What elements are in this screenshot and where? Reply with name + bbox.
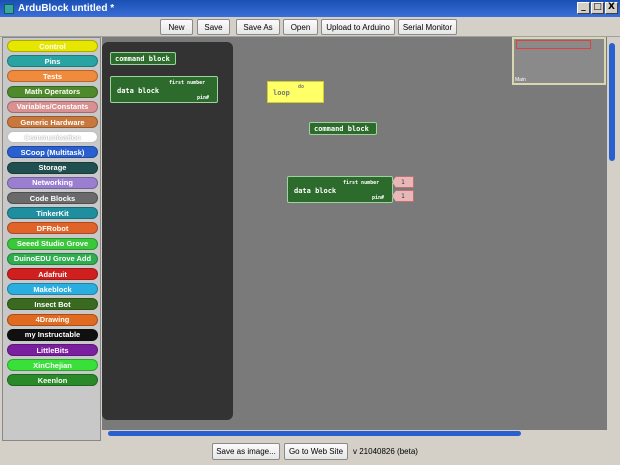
toolbar: New Save Save As Open Upload to Arduino … <box>0 17 620 37</box>
save-as-image-button[interactable]: Save as image... <box>212 443 280 460</box>
new-button[interactable]: New <box>160 19 193 35</box>
palette-category-insect-bot[interactable]: Insect Bot <box>7 298 98 311</box>
window-title: ArduBlock untitled * <box>18 3 115 14</box>
palette-category-communication[interactable]: Communication <box>7 131 98 144</box>
palette-category-makeblock[interactable]: Makeblock <box>7 283 98 296</box>
vertical-scroll-thumb[interactable] <box>609 43 615 161</box>
command-block-label: command block <box>314 124 369 133</box>
data-block-label: data block <box>117 87 160 95</box>
palette-category-storage[interactable]: Storage <box>7 161 98 174</box>
workspace-data-block[interactable]: data block first number pin# <box>287 176 393 203</box>
close-button[interactable]: X <box>605 2 618 14</box>
palette-category-pins[interactable]: Pins <box>7 55 98 68</box>
palette-category-variables-constants[interactable]: Variables/Constants <box>7 100 98 113</box>
block-palette: Control Pins Tests Math Operators Variables/… <box>2 37 101 441</box>
horizontal-scroll-thumb[interactable] <box>108 431 521 436</box>
palette-category-tests[interactable]: Tests <box>7 70 98 83</box>
horizontal-scrollbar[interactable] <box>102 430 607 438</box>
palette-category-scoop-multitask-[interactable]: SCoop (Multitask) <box>7 146 98 159</box>
save-button[interactable]: Save <box>197 19 230 35</box>
workspace-command-block[interactable]: command block <box>309 122 377 135</box>
command-block-label: command block <box>115 54 170 63</box>
palette-category-duinoedu-grove-add[interactable]: DuinoEDU Grove Add <box>7 252 98 265</box>
palette-category-littlebits[interactable]: LittleBits <box>7 344 98 356</box>
minimap-viewport[interactable] <box>516 40 591 49</box>
go-to-web-site-button[interactable]: Go to Web Site <box>284 443 348 460</box>
serial-monitor-button[interactable]: Serial Monitor <box>398 19 457 35</box>
drawer-command-block[interactable]: command block <box>110 52 176 65</box>
palette-category-seeed-studio-grove[interactable]: Seeed Studio Grove <box>7 237 98 250</box>
data-block-label: data block <box>294 187 337 195</box>
loop-do-label: do <box>298 84 305 90</box>
palette-category-keenlon[interactable]: Keenlon <box>7 374 98 387</box>
upload-to-arduino-button[interactable]: Upload to Arduino <box>321 19 395 35</box>
pin-socket-label: pin# <box>372 195 385 201</box>
pin-socket-label: pin# <box>197 95 210 101</box>
status-bar: Save as image... Go to Web Site v 210408… <box>0 441 620 465</box>
palette-category-tinkerkit[interactable]: TinkerKit <box>7 207 98 220</box>
first-number-socket-label: first number <box>169 80 206 86</box>
palette-category-code-blocks[interactable]: Code Blocks <box>7 192 98 204</box>
workspace-minimap[interactable]: Main <box>512 37 606 85</box>
maximize-button[interactable]: □ <box>591 2 604 14</box>
loop-block-label: loop <box>273 89 290 97</box>
version-label: v 21040826 (beta) <box>353 447 418 456</box>
vertical-scrollbar[interactable] <box>607 37 618 430</box>
first-number-socket-label: first number <box>343 180 380 186</box>
palette-category-xinchejian[interactable]: XinChejian <box>7 359 98 372</box>
palette-category-control[interactable]: Control <box>7 40 98 52</box>
palette-category-my-instructable[interactable]: my Instructable <box>7 328 98 341</box>
loop-block[interactable]: loop do <box>267 81 324 103</box>
palette-category-math-operators[interactable]: Math Operators <box>7 85 98 98</box>
open-button[interactable]: Open <box>283 19 318 35</box>
window-titlebar: ArduBlock untitled * _ □ X <box>0 0 620 17</box>
palette-category-4drawing[interactable]: 4Drawing <box>7 313 98 326</box>
palette-category-generic-hardware[interactable]: Generic Hardware <box>7 116 98 128</box>
minimize-button[interactable]: _ <box>577 2 590 14</box>
first-number-value[interactable]: 1 <box>392 176 414 188</box>
save-as-button[interactable]: Save As <box>236 19 280 35</box>
palette-category-adafruit[interactable]: Adafruit <box>7 268 98 280</box>
palette-category-dfrobot[interactable]: DFRobot <box>7 222 98 235</box>
minimap-label: Main <box>515 77 526 83</box>
drawer-data-block[interactable]: data block first number pin# <box>110 76 218 103</box>
pin-value[interactable]: 1 <box>392 190 414 202</box>
app-icon <box>4 3 14 14</box>
palette-category-networking[interactable]: Networking <box>7 176 98 189</box>
